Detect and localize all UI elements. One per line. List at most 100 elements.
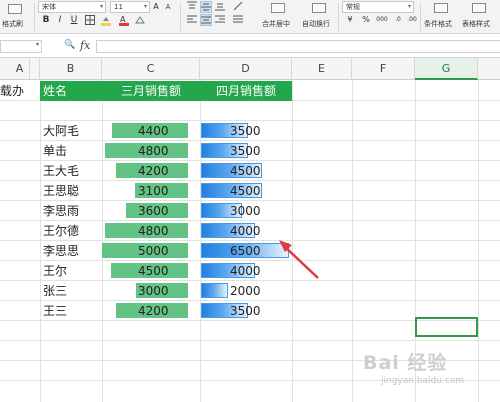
header-march-cell[interactable]: 三月销售额 <box>102 81 200 101</box>
chevron-down-icon: ▾ <box>99 3 103 10</box>
april-value-cell[interactable]: 4000 <box>230 261 261 281</box>
march-value-cell[interactable]: 3600 <box>138 201 169 221</box>
table-style-icon[interactable] <box>472 3 486 13</box>
april-value-cell[interactable]: 3500 <box>230 301 261 321</box>
wrap-text-button[interactable]: 自动换行 <box>302 20 330 29</box>
column-header-e[interactable]: E <box>292 58 352 80</box>
april-value-cell[interactable]: 4500 <box>230 161 261 181</box>
column-header-d[interactable]: D <box>200 58 292 80</box>
name-cell[interactable]: 王思聪 <box>40 181 102 201</box>
justify-icon[interactable] <box>232 14 244 26</box>
grid-line <box>352 80 353 402</box>
currency-icon[interactable]: ¥ <box>344 14 356 26</box>
svg-text:A: A <box>120 15 126 24</box>
column-header-a[interactable]: A <box>0 58 40 80</box>
align-right-icon[interactable] <box>214 14 226 26</box>
decrease-decimal-icon[interactable]: .00 <box>406 14 418 26</box>
april-value-cell[interactable]: 4000 <box>230 221 261 241</box>
name-cell[interactable]: 王尔德 <box>40 221 102 241</box>
ribbon-divider <box>180 3 181 31</box>
font-size-select[interactable]: 11 ▾ <box>110 1 150 13</box>
march-value-cell[interactable]: 5000 <box>138 241 169 261</box>
increase-decimal-icon[interactable]: .0 <box>392 14 404 26</box>
clear-format-icon[interactable] <box>134 14 146 26</box>
align-left-icon[interactable] <box>186 14 198 26</box>
wrap-text-icon[interactable] <box>312 3 326 13</box>
fill-color-icon[interactable] <box>100 14 112 26</box>
name-cell[interactable]: 王尔 <box>40 261 102 281</box>
conditional-format-button[interactable]: 条件格式 <box>424 20 452 29</box>
format-painter-icon[interactable] <box>8 4 22 14</box>
column-header-b[interactable]: B <box>40 58 102 80</box>
fx-label[interactable]: fx <box>80 39 90 52</box>
column-header-g[interactable]: G <box>415 58 478 80</box>
font-size-value: 11 <box>114 3 123 11</box>
font-color-icon[interactable]: A <box>118 14 130 26</box>
ribbon-divider <box>420 3 421 31</box>
april-value-cell[interactable]: 2000 <box>230 281 261 301</box>
ribbon-toolbar: 格式刷 宋体 ▾ 11 ▾ A A B I U A 合并居中 自动换行 常规 ▾… <box>0 0 500 34</box>
format-painter-label[interactable]: 格式刷 <box>2 20 23 29</box>
align-top-icon[interactable] <box>186 1 198 13</box>
orientation-icon[interactable] <box>232 1 244 13</box>
name-cell[interactable]: 王大毛 <box>40 161 102 181</box>
grid-line <box>102 80 103 402</box>
column-header-f[interactable]: F <box>352 58 415 80</box>
name-cell[interactable]: 李思雨 <box>40 201 102 221</box>
name-cell[interactable]: 大阿毛 <box>40 121 102 141</box>
bold-button[interactable]: B <box>40 14 52 26</box>
march-value-cell[interactable]: 4500 <box>138 261 169 281</box>
column-header-bar: A B C D E F G <box>0 58 500 80</box>
percent-icon[interactable]: % <box>360 14 372 26</box>
header-name-cell[interactable]: 姓名 <box>40 81 102 101</box>
merge-center-icon[interactable] <box>271 3 285 13</box>
march-value-cell[interactable]: 3000 <box>138 281 169 301</box>
font-name-select[interactable]: 宋体 ▾ <box>38 1 106 13</box>
march-value-cell[interactable]: 4400 <box>138 121 169 141</box>
april-value-cell[interactable]: 3500 <box>230 141 261 161</box>
border-icon[interactable] <box>84 14 96 26</box>
name-box[interactable]: ▾ <box>0 40 42 53</box>
number-format-select[interactable]: 常规 ▾ <box>342 1 414 13</box>
align-center-icon[interactable] <box>200 14 212 26</box>
april-value-cell[interactable]: 6500 <box>230 241 261 261</box>
march-value-cell[interactable]: 4800 <box>138 141 169 161</box>
italic-button[interactable]: I <box>54 14 66 26</box>
formula-bar: ▾ 🔍 fx <box>0 34 500 58</box>
april-value-cell[interactable]: 3500 <box>230 121 261 141</box>
font-name-value: 宋体 <box>42 3 56 11</box>
name-cell[interactable]: 王三 <box>40 301 102 321</box>
ribbon-divider <box>34 3 35 31</box>
march-value-cell[interactable]: 4800 <box>138 221 169 241</box>
decrease-font-icon[interactable]: A <box>162 1 174 13</box>
column-header-c[interactable]: C <box>102 58 200 80</box>
grid-line <box>0 340 500 341</box>
april-value-cell[interactable]: 4500 <box>230 181 261 201</box>
baidu-watermark: Bai 经验 jingyan.baidu.com <box>355 346 495 394</box>
merge-center-button[interactable]: 合并居中 <box>262 20 290 29</box>
name-cell[interactable]: 张三 <box>40 281 102 301</box>
march-value-cell[interactable]: 3100 <box>138 181 169 201</box>
watermark-url: jingyan.baidu.com <box>381 376 465 386</box>
table-style-button[interactable]: 表格样式 <box>462 20 490 29</box>
align-bottom-icon[interactable] <box>214 1 226 13</box>
thousands-icon[interactable]: 000 <box>376 14 388 26</box>
grid-line <box>292 80 293 402</box>
name-cell[interactable]: 单击 <box>40 141 102 161</box>
watermark-logo-text: Bai 经验 <box>363 352 448 374</box>
header-april-cell[interactable]: 四月销售额 <box>200 81 292 101</box>
cell-a1[interactable]: 载办 <box>0 81 40 101</box>
formula-input[interactable] <box>96 40 500 53</box>
chevron-down-icon: ▾ <box>35 41 39 48</box>
zoom-icon[interactable]: 🔍 <box>64 40 75 50</box>
selected-cell-g[interactable] <box>415 317 478 337</box>
align-middle-icon[interactable] <box>200 1 212 13</box>
underline-button[interactable]: U <box>68 14 80 26</box>
march-value-cell[interactable]: 4200 <box>138 161 169 181</box>
number-format-value: 常规 <box>346 3 360 11</box>
conditional-format-icon[interactable] <box>434 3 448 13</box>
name-cell[interactable]: 李思思 <box>40 241 102 261</box>
april-value-cell[interactable]: 3000 <box>230 201 261 221</box>
increase-font-icon[interactable]: A <box>150 1 162 13</box>
march-value-cell[interactable]: 4200 <box>138 301 169 321</box>
